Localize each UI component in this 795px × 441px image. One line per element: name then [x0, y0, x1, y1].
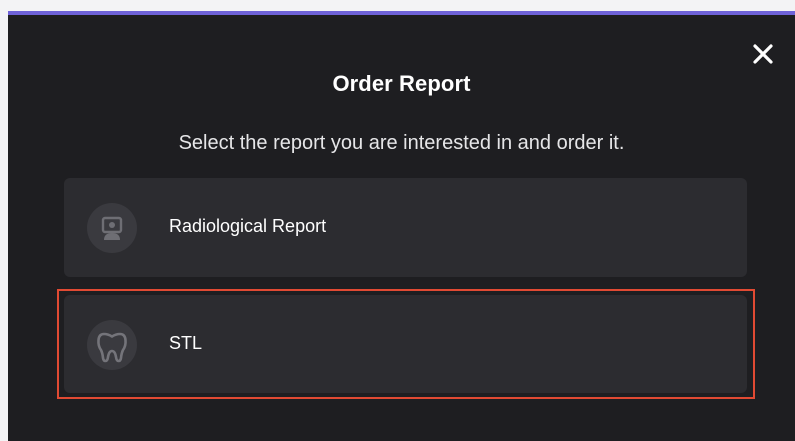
close-icon	[753, 44, 773, 64]
close-button[interactable]	[752, 43, 774, 65]
option-label: STL	[169, 333, 203, 353]
order-report-modal: Order Report Select the report you are i…	[0, 0, 795, 441]
modal-accent-bar	[8, 11, 795, 15]
modal-subtitle: Select the report you are interested in …	[178, 132, 625, 154]
option-radiological-report[interactable]: Radiological Report	[64, 178, 747, 277]
modal-title: Order Report	[332, 71, 471, 96]
background-strip-top	[0, 0, 795, 11]
option-stl[interactable]: STL	[64, 295, 747, 393]
option-icon-wrapper	[87, 203, 137, 253]
background-strip-left	[0, 0, 8, 441]
tooth-icon	[97, 332, 127, 363]
option-icon-wrapper	[87, 320, 137, 370]
option-label: Radiological Report	[169, 216, 327, 236]
radiology-viewer-icon	[101, 216, 123, 240]
